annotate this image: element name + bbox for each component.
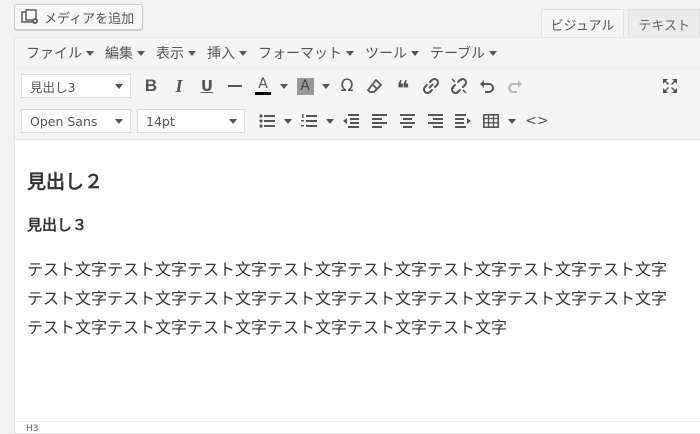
menu-view[interactable]: 表示 bbox=[151, 43, 201, 63]
align-right-button[interactable] bbox=[421, 107, 449, 135]
font-size-value: 14pt bbox=[146, 113, 175, 129]
caret-down-icon bbox=[284, 118, 292, 124]
menu-edit[interactable]: 編集 bbox=[100, 43, 150, 63]
tab-text[interactable]: テキスト bbox=[628, 9, 700, 38]
caret-down-icon bbox=[326, 118, 334, 124]
numbered-list-icon bbox=[301, 114, 317, 127]
align-right-icon bbox=[427, 114, 443, 128]
table-icon bbox=[483, 114, 499, 128]
bold-button[interactable]: B bbox=[137, 72, 165, 100]
undo-icon bbox=[480, 80, 494, 93]
toolbar-row-2: Open Sans 14pt <> bbox=[15, 103, 700, 140]
menu-view-label: 表示 bbox=[156, 46, 184, 62]
text-color-button[interactable]: A bbox=[249, 72, 277, 100]
add-media-button[interactable]: メディアを追加 bbox=[14, 4, 144, 30]
menu-file[interactable]: ファイル bbox=[21, 43, 99, 63]
font-family-select[interactable]: Open Sans bbox=[21, 109, 131, 133]
caret-down-icon bbox=[115, 83, 123, 89]
menu-edit-label: 編集 bbox=[105, 46, 133, 62]
indent-icon bbox=[455, 114, 471, 128]
blockquote-button[interactable]: ❝ bbox=[389, 69, 417, 103]
status-bar: H3 bbox=[15, 421, 700, 433]
bullet-list-icon bbox=[259, 114, 275, 128]
align-center-button[interactable] bbox=[393, 107, 421, 135]
numbered-list-dropdown[interactable] bbox=[323, 107, 337, 135]
clear-formatting-button[interactable] bbox=[361, 72, 389, 100]
text-color-dropdown[interactable] bbox=[277, 72, 291, 100]
menu-insert[interactable]: 挿入 bbox=[202, 43, 252, 63]
text-color-bar bbox=[255, 92, 271, 95]
bullet-list-dropdown[interactable] bbox=[281, 107, 295, 135]
numbered-list-button[interactable] bbox=[295, 107, 323, 135]
outdent-icon bbox=[343, 114, 359, 128]
toolbar-row-1: 見出し3 B I U A A Ω ❝ bbox=[15, 69, 700, 103]
font-family-value: Open Sans bbox=[30, 113, 98, 129]
background-color-icon: A bbox=[296, 77, 314, 95]
menu-table[interactable]: テーブル bbox=[425, 43, 502, 63]
source-code-button[interactable]: <> bbox=[523, 107, 551, 135]
menu-file-label: ファイル bbox=[26, 46, 82, 62]
redo-icon bbox=[508, 80, 522, 93]
menu-tools[interactable]: ツール bbox=[360, 43, 424, 63]
editor-top-bar: メディアを追加 ビジュアル テキスト bbox=[0, 0, 700, 38]
heading-2: 見出し２ bbox=[27, 171, 104, 193]
paragraph: テスト文字テスト文字テスト文字テスト文字テスト文字テスト文字テスト文字テスト文字… bbox=[27, 260, 668, 337]
undo-button[interactable] bbox=[473, 72, 501, 100]
menu-format[interactable]: フォーマット bbox=[253, 43, 359, 63]
outdent-button[interactable] bbox=[337, 107, 365, 135]
caret-down-icon bbox=[239, 50, 247, 56]
add-media-label: メディアを追加 bbox=[44, 11, 135, 27]
tab-visual[interactable]: ビジュアル bbox=[540, 9, 625, 38]
element-path[interactable]: H3 bbox=[26, 424, 39, 433]
menu-tools-label: ツール bbox=[365, 46, 407, 62]
align-left-button[interactable] bbox=[365, 107, 393, 135]
horizontal-line-icon bbox=[228, 85, 242, 87]
fullscreen-icon bbox=[663, 79, 677, 93]
unlink-icon bbox=[450, 77, 468, 95]
background-color-dropdown[interactable] bbox=[319, 72, 333, 100]
format-select-value: 見出し3 bbox=[30, 79, 76, 95]
editor-tabs: ビジュアル テキスト bbox=[540, 9, 700, 38]
caret-down-icon bbox=[508, 118, 516, 124]
link-icon bbox=[422, 77, 440, 95]
caret-down-icon bbox=[346, 50, 354, 56]
horizontal-line-button[interactable] bbox=[221, 72, 249, 100]
table-button[interactable] bbox=[477, 107, 505, 135]
text-color-icon: A bbox=[258, 76, 268, 92]
remove-link-button[interactable] bbox=[445, 72, 473, 100]
caret-down-icon bbox=[489, 50, 498, 56]
align-left-icon bbox=[371, 114, 387, 128]
caret-down-icon bbox=[137, 50, 145, 56]
caret-down-icon bbox=[188, 50, 196, 56]
underline-button[interactable]: U bbox=[193, 72, 221, 100]
caret-down-icon bbox=[229, 118, 237, 124]
caret-down-icon bbox=[411, 50, 419, 56]
special-character-button[interactable]: Ω bbox=[333, 72, 361, 100]
caret-down-icon bbox=[322, 83, 330, 89]
editor-content[interactable]: 見出し２ 見出し３ テスト文字テスト文字テスト文字テスト文字テスト文字テスト文字… bbox=[15, 167, 700, 342]
font-size-select[interactable]: 14pt bbox=[137, 109, 245, 133]
italic-button[interactable]: I bbox=[165, 72, 193, 100]
menu-insert-label: 挿入 bbox=[207, 46, 235, 62]
align-center-icon bbox=[399, 114, 415, 128]
eraser-icon bbox=[367, 79, 382, 93]
background-color-button[interactable]: A bbox=[291, 72, 319, 100]
redo-button[interactable] bbox=[501, 72, 529, 100]
caret-down-icon bbox=[280, 83, 288, 89]
format-select[interactable]: 見出し3 bbox=[21, 74, 131, 98]
menubar: ファイル 編集 表示 挿入 フォーマット ツール テーブル bbox=[15, 38, 700, 69]
heading-3: 見出し３ bbox=[27, 216, 88, 234]
table-dropdown[interactable] bbox=[505, 107, 519, 135]
editor: ファイル 編集 表示 挿入 フォーマット ツール テーブル 見出し3 B I U… bbox=[14, 37, 700, 434]
fullscreen-button[interactable] bbox=[656, 72, 684, 100]
insert-link-button[interactable] bbox=[417, 72, 445, 100]
caret-down-icon bbox=[86, 50, 94, 56]
media-icon bbox=[21, 9, 39, 25]
menu-table-label: テーブル bbox=[430, 46, 486, 62]
menu-format-label: フォーマット bbox=[258, 46, 342, 62]
bullet-list-button[interactable] bbox=[253, 107, 281, 135]
indent-button[interactable] bbox=[449, 107, 477, 135]
caret-down-icon bbox=[115, 118, 123, 124]
